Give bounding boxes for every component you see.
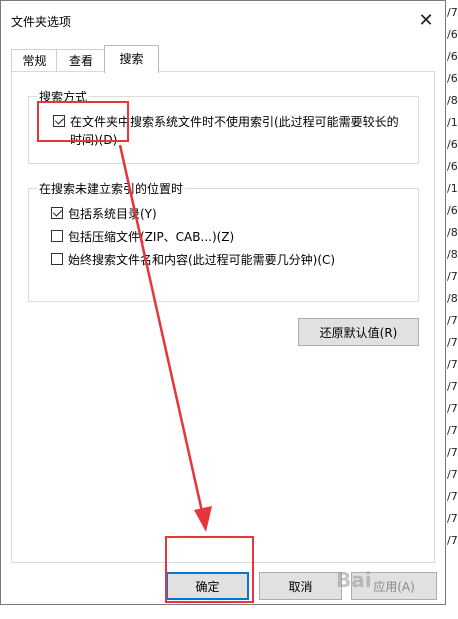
tab-view[interactable]: 查看: [56, 49, 106, 72]
list-item: /7: [447, 358, 458, 371]
search-mode-group: 搜索方式 在文件夹中搜索系统文件时不使用索引(此过程可能需要较长的 时间)(D): [28, 88, 419, 164]
list-item: /7: [447, 380, 458, 393]
no-index-option[interactable]: 在文件夹中搜索系统文件时不使用索引(此过程可能需要较长的 时间)(D): [53, 113, 403, 149]
include-compressed-option[interactable]: 包括压缩文件(ZIP、CAB...)(Z): [51, 228, 234, 246]
include-compressed-label: 包括压缩文件(ZIP、CAB...)(Z): [68, 230, 235, 244]
folder-options-dialog: 文件夹选项 ✕ 常规 查看 搜索 搜索方式 在文件夹中搜索系统文件时不使用索引(…: [0, 0, 446, 605]
ok-button[interactable]: 确定: [166, 572, 249, 600]
list-item: /7: [447, 534, 458, 547]
list-item: /7: [447, 424, 458, 437]
search-tab-panel: 搜索方式 在文件夹中搜索系统文件时不使用索引(此过程可能需要较长的 时间)(D)…: [11, 71, 435, 563]
list-item: /7: [447, 314, 458, 327]
list-item: /6: [447, 72, 458, 85]
list-item: /6: [447, 28, 458, 41]
close-button[interactable]: ✕: [407, 1, 445, 39]
non-indexed-group-label: 在搜索未建立索引的位置时: [37, 180, 186, 197]
list-item: /8: [447, 292, 458, 305]
list-item: /6: [447, 160, 458, 173]
no-index-label-line1: 在文件夹中搜索系统文件时不使用索引(此过程可能需要较长的: [70, 115, 399, 129]
list-item: /6: [447, 138, 458, 151]
dialog-title: 文件夹选项: [11, 15, 72, 29]
list-item: /1: [447, 182, 458, 195]
include-compressed-checkbox[interactable]: [51, 230, 63, 242]
list-item: /6: [447, 204, 458, 217]
list-item: /7: [447, 490, 458, 503]
no-index-checkbox[interactable]: [53, 115, 65, 127]
title-bar[interactable]: 文件夹选项 ✕: [1, 1, 445, 39]
list-item: /8: [447, 226, 458, 239]
apply-button[interactable]: 应用(A): [351, 572, 437, 600]
list-item: /7: [447, 6, 458, 19]
restore-defaults-button[interactable]: 还原默认值(R): [298, 318, 419, 346]
list-item: /7: [447, 270, 458, 283]
search-mode-group-label: 搜索方式: [37, 88, 90, 105]
cancel-button[interactable]: 取消: [259, 572, 342, 600]
close-icon: ✕: [418, 9, 434, 31]
list-item: /8: [447, 248, 458, 261]
non-indexed-group: 在搜索未建立索引的位置时 包括系统目录(Y) 包括压缩文件(ZIP、CAB...…: [28, 180, 419, 302]
tab-general[interactable]: 常规: [11, 49, 58, 72]
always-search-contents-option[interactable]: 始终搜索文件名和内容(此过程可能需要几分钟)(C): [51, 251, 335, 269]
list-item: /1: [447, 116, 458, 129]
always-search-contents-label: 始终搜索文件名和内容(此过程可能需要几分钟)(C): [68, 253, 336, 267]
list-item: /7: [447, 468, 458, 481]
tab-search[interactable]: 搜索: [104, 45, 159, 73]
no-index-label: 在文件夹中搜索系统文件时不使用索引(此过程可能需要较长的 时间)(D): [70, 113, 399, 149]
always-search-contents-checkbox[interactable]: [51, 253, 63, 265]
no-index-label-line2: 时间)(D): [70, 133, 118, 147]
background-file-list: /7 /6 /6 /6 /8 /1 /6 /6 /1 /6 /8 /8 /7 /…: [446, 0, 458, 619]
list-item: /7: [447, 402, 458, 415]
list-item: /6: [447, 50, 458, 63]
include-system-dirs-label: 包括系统目录(Y): [68, 207, 157, 221]
list-item: /7: [447, 336, 458, 349]
list-item: /7: [447, 512, 458, 525]
list-item: /8: [447, 94, 458, 107]
include-system-dirs-option[interactable]: 包括系统目录(Y): [51, 205, 157, 223]
include-system-dirs-checkbox[interactable]: [51, 207, 63, 219]
list-item: /7: [447, 446, 458, 459]
